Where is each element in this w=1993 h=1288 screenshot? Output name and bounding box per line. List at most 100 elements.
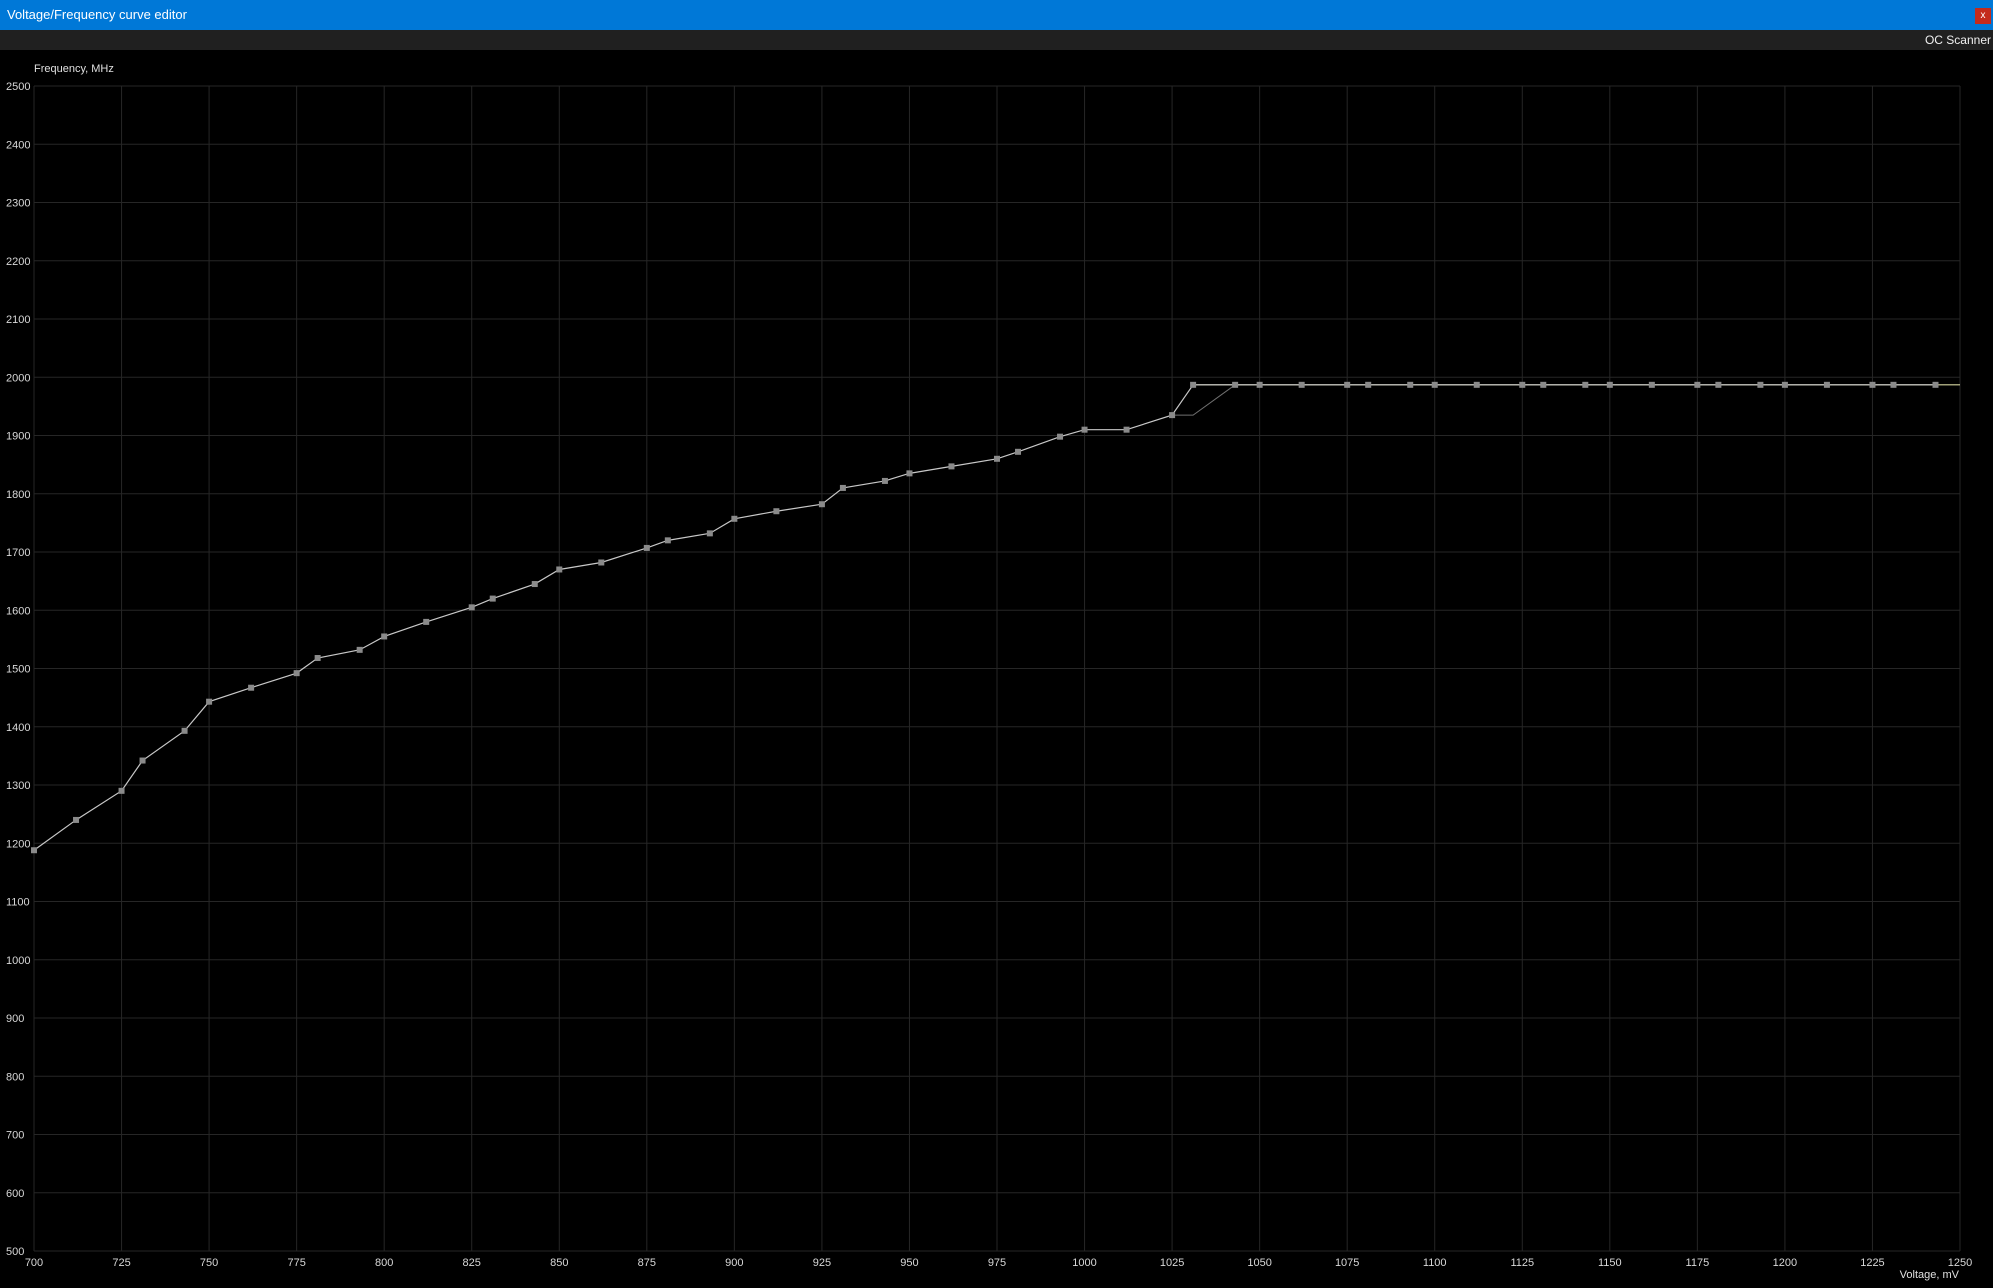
x-tick-label: 800 — [375, 1257, 393, 1269]
y-tick-label: 1600 — [6, 605, 30, 617]
x-tick-label: 1225 — [1860, 1257, 1884, 1269]
curve-point[interactable] — [248, 684, 255, 691]
chart-svg[interactable]: 700 725 750 775 800 825 850 875 900 925 950 975 1000… — [0, 50, 1993, 1288]
curve-point[interactable] — [1057, 433, 1064, 440]
y-tick-label: 1700 — [6, 547, 30, 559]
y-tick-label: 2200 — [6, 256, 30, 268]
curve-point[interactable] — [1869, 381, 1876, 388]
curve-point[interactable] — [1081, 426, 1088, 433]
y-tick-label: 1500 — [6, 664, 30, 676]
curve-point[interactable] — [839, 484, 846, 491]
vf-curve-chart[interactable]: Frequency, MHz Voltage, mV 700 725 750 775 8… — [0, 50, 1993, 1288]
curve-point[interactable] — [1932, 381, 1939, 388]
y-tick-label: 2400 — [6, 139, 30, 151]
curve-point[interactable] — [314, 655, 321, 662]
curve-point[interactable] — [1407, 381, 1414, 388]
curve-point[interactable] — [1648, 381, 1655, 388]
y-tick-label: 2000 — [6, 372, 30, 384]
curve-point[interactable] — [1344, 381, 1351, 388]
curve-point[interactable] — [381, 633, 388, 640]
x-tick-label: 725 — [112, 1257, 130, 1269]
x-tick-label: 1150 — [1598, 1257, 1622, 1269]
x-tick-label: 825 — [463, 1257, 481, 1269]
curve-point[interactable] — [1540, 381, 1547, 388]
toolbar: OC Scanner — [0, 30, 1993, 50]
curve-point[interactable] — [181, 727, 188, 734]
y-tick-label: 600 — [6, 1188, 24, 1200]
x-tick-label: 1100 — [1423, 1257, 1447, 1269]
x-tick-label: 975 — [988, 1257, 1006, 1269]
x-tick-label: 1200 — [1773, 1257, 1797, 1269]
curve-point[interactable] — [1169, 412, 1176, 419]
curve-point[interactable] — [293, 670, 300, 677]
curve-point[interactable] — [31, 847, 37, 854]
x-tick-label: 925 — [813, 1257, 831, 1269]
oc-scanner-button[interactable]: OC Scanner — [1925, 30, 1991, 50]
y-tick-label: 1200 — [6, 838, 30, 850]
vf-curve-line — [33, 384, 1936, 851]
curve-point[interactable] — [1473, 381, 1480, 388]
y-tick-label: 1100 — [6, 897, 30, 909]
close-button[interactable]: x — [1975, 8, 1991, 24]
curve-point[interactable] — [468, 604, 475, 611]
curve-point[interactable] — [1431, 381, 1438, 388]
y-tick-label: 700 — [6, 1130, 24, 1142]
y-tick-label: 2300 — [6, 198, 30, 210]
curve-point[interactable] — [1823, 381, 1830, 388]
curve-point[interactable] — [489, 595, 496, 602]
y-tick-label: 1400 — [6, 722, 30, 734]
y-tick-label: 2500 — [6, 81, 30, 93]
curve-point[interactable] — [598, 559, 605, 566]
curve-point[interactable] — [1715, 381, 1722, 388]
x-tick-label: 775 — [287, 1257, 305, 1269]
curve-point[interactable] — [818, 501, 825, 508]
curve-point[interactable] — [664, 537, 671, 544]
curve-point[interactable] — [706, 530, 713, 537]
curve-point[interactable] — [906, 470, 913, 477]
window-title: Voltage/Frequency curve editor — [7, 7, 187, 22]
x-tick-label: 750 — [200, 1257, 218, 1269]
curve-point[interactable] — [1256, 381, 1263, 388]
curve-point[interactable] — [118, 787, 125, 794]
y-tick-label: 2100 — [6, 314, 30, 326]
curve-point[interactable] — [994, 455, 1000, 462]
x-tick-label: 950 — [900, 1257, 918, 1269]
curve-point[interactable] — [1015, 448, 1022, 455]
curve-point[interactable] — [1123, 426, 1130, 433]
curve-point[interactable] — [1190, 381, 1197, 388]
y-tick-label: 500 — [6, 1246, 24, 1258]
curve-point[interactable] — [731, 515, 738, 522]
y-tick-label: 1300 — [6, 780, 30, 792]
curve-point[interactable] — [556, 566, 563, 573]
curve-point[interactable] — [206, 698, 213, 705]
curve-point[interactable] — [881, 477, 888, 484]
curve-point[interactable] — [1606, 381, 1613, 388]
x-tick-label: 1050 — [1247, 1257, 1271, 1269]
curve-point[interactable] — [356, 646, 363, 653]
curve-point[interactable] — [948, 463, 955, 470]
curve-point[interactable] — [423, 618, 430, 625]
curve-point[interactable] — [1757, 381, 1764, 388]
curve-point[interactable] — [1781, 381, 1788, 388]
x-tick-label: 700 — [25, 1257, 43, 1269]
curve-point[interactable] — [773, 508, 780, 515]
curve-point[interactable] — [1298, 381, 1305, 388]
y-tick-label: 800 — [6, 1071, 24, 1083]
curve-point[interactable] — [1890, 381, 1897, 388]
curve-point[interactable] — [73, 816, 80, 823]
curve-point[interactable] — [1365, 381, 1372, 388]
curve-point[interactable] — [1582, 381, 1589, 388]
curve-point[interactable] — [531, 581, 538, 588]
y-tick-label: 1000 — [6, 955, 30, 967]
curve-point[interactable] — [1519, 381, 1526, 388]
curve-point[interactable] — [139, 757, 146, 764]
curve-point[interactable] — [1232, 381, 1239, 388]
y-tick-label: 900 — [6, 1013, 24, 1025]
x-tick-label: 1075 — [1335, 1257, 1359, 1269]
x-tick-label: 1025 — [1160, 1257, 1184, 1269]
y-tick-label: 1800 — [6, 489, 30, 501]
x-tick-label: 850 — [550, 1257, 568, 1269]
curve-point[interactable] — [1694, 381, 1701, 388]
curve-point[interactable] — [643, 544, 650, 551]
x-tick-label: 1175 — [1686, 1257, 1710, 1269]
